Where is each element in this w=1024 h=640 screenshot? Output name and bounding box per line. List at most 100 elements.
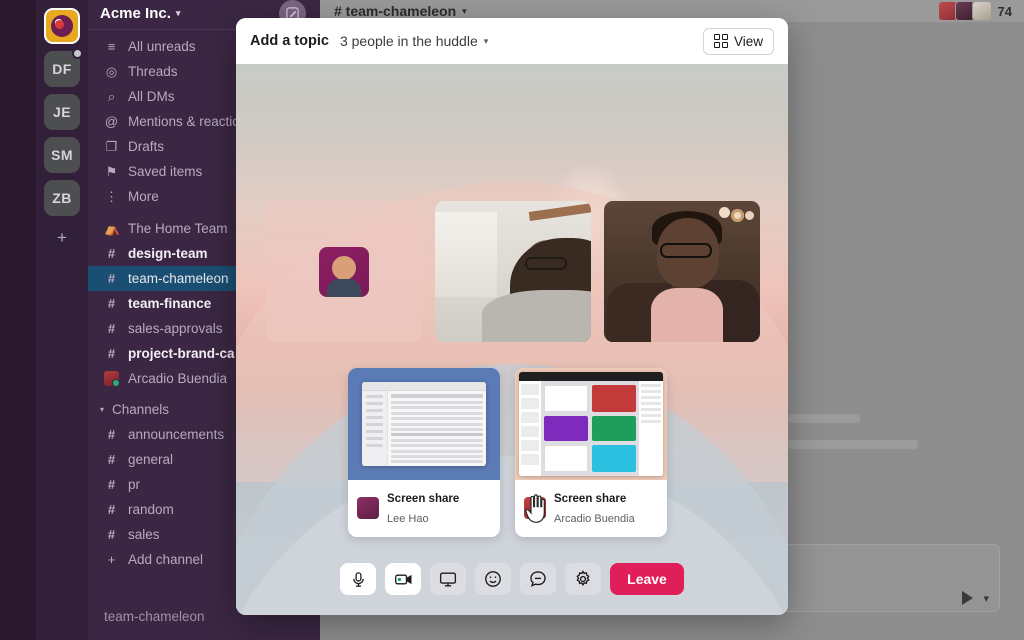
video-background-window <box>435 212 498 297</box>
channel-title: # team-chameleon <box>334 3 457 19</box>
unreads-icon: ≡ <box>107 39 116 54</box>
sidebar-channel-label: sales <box>128 527 160 542</box>
sidebar-dm-label: Arcadio Buendia <box>128 371 228 386</box>
hash-icon: # <box>107 477 116 492</box>
huddle-stage: Screen share Lee Hao Screen share Arcadi… <box>236 64 788 615</box>
channel-members[interactable]: 74 <box>937 1 1012 21</box>
sidebar-channel-label: general <box>128 452 174 467</box>
add-topic-button[interactable]: Add a topic <box>250 33 329 49</box>
member-count: 74 <box>997 3 1012 19</box>
add-channel-label: Add channel <box>128 552 204 567</box>
preview-content <box>388 391 486 466</box>
sidebar-channel-label: announcements <box>128 427 225 442</box>
sidebar-channel-label: team-finance <box>128 296 212 311</box>
screen-share-button[interactable] <box>430 563 467 595</box>
workspace-tile-label: ZB <box>52 190 72 206</box>
chat-button[interactable] <box>520 563 557 595</box>
preview-body <box>362 391 486 466</box>
chevron-down-icon[interactable]: ▾ <box>983 592 989 605</box>
video-person-body <box>481 289 591 342</box>
sidebar-item-label: All DMs <box>128 89 175 104</box>
sidebar-channel-label: pr <box>128 477 141 492</box>
message-placeholder <box>788 440 918 449</box>
send-icon[interactable] <box>962 591 974 605</box>
screen-share-title: Screen share <box>387 493 460 505</box>
chevron-down-icon: ▾ <box>100 405 105 414</box>
workspace-tile-label: DF <box>52 61 72 77</box>
participant-video-tile-2[interactable] <box>604 201 760 342</box>
slack-huddle-screen: DF JE SM ZB + Acme Inc. ▾ ≡ All unreads … <box>0 0 1024 640</box>
sidebar-channel-label: sales-approvals <box>128 321 223 336</box>
huddle-people-dropdown[interactable]: 3 people in the huddle ▾ <box>340 33 488 49</box>
hash-icon: # <box>107 271 116 286</box>
workspace-tile-je[interactable]: JE <box>44 94 80 130</box>
screen-share-title: Screen share <box>554 493 627 505</box>
workspace-tile-df[interactable]: DF <box>44 48 83 87</box>
preview-body <box>519 381 663 476</box>
workspace-tile-sm[interactable]: SM <box>44 137 80 173</box>
screen-share-cards: Screen share Lee Hao Screen share Arcadi… <box>348 368 667 537</box>
view-button-label: View <box>733 33 763 49</box>
video-person-shirt <box>650 288 723 342</box>
drafts-icon: ❐ <box>105 138 118 154</box>
reaction-petal <box>731 209 744 222</box>
workspace-tile-label: JE <box>53 104 71 120</box>
reaction-petal <box>745 211 754 220</box>
home-team-icon: ⛺ <box>104 220 121 236</box>
preview-titlebar <box>519 372 663 381</box>
camera-button[interactable] <box>385 563 422 595</box>
hash-icon: # <box>107 296 116 311</box>
avatar <box>319 246 369 297</box>
hash-icon: # <box>107 321 116 336</box>
participant-tiles <box>266 201 760 342</box>
add-workspace-button[interactable]: + <box>44 223 80 253</box>
workspace-active-acme[interactable] <box>44 8 80 44</box>
mouse-cursor <box>524 494 550 524</box>
hash-icon: # <box>107 502 116 517</box>
participant-video-tile-1[interactable] <box>435 201 591 342</box>
saved-items-icon: ⚑ <box>105 163 118 179</box>
video-background-beam <box>528 201 591 221</box>
preview-window <box>519 372 663 476</box>
preview-sidebar <box>362 391 388 466</box>
leave-button[interactable]: Leave <box>610 563 684 595</box>
mentions-icon: @ <box>104 114 119 129</box>
hash-icon: # <box>107 527 116 542</box>
hash-icon: # <box>107 427 116 442</box>
sidebar-channel-label: design-team <box>128 246 208 261</box>
settings-button[interactable] <box>565 563 602 595</box>
workspace-tile-label: SM <box>51 147 73 163</box>
sidebar-channel-label: team-chameleon <box>128 271 229 286</box>
sidebar-item-label: All unreads <box>128 39 196 54</box>
avatar <box>104 371 120 387</box>
video-feed <box>435 201 591 342</box>
emoji-button[interactable] <box>475 563 512 595</box>
acme-logo-icon <box>51 15 73 37</box>
member-avatars <box>937 1 992 21</box>
huddle-people-label: 3 people in the huddle <box>339 33 478 49</box>
participant-avatar-tile[interactable] <box>266 201 422 342</box>
spreadsheet-preview <box>348 368 500 480</box>
preview-panel <box>639 381 663 476</box>
preview-window <box>362 382 486 466</box>
hash-icon: # <box>107 346 116 361</box>
mic-button[interactable] <box>340 563 377 595</box>
screen-share-owner: Arcadio Buendia <box>554 513 635 525</box>
screen-share-meta: Screen share Lee Hao <box>348 480 500 537</box>
video-person-glasses <box>525 257 568 271</box>
slide-deck-preview <box>515 368 667 480</box>
preview-slides <box>541 381 639 476</box>
view-button[interactable]: View <box>702 27 774 55</box>
grid-view-icon <box>713 34 728 48</box>
threads-icon: ◎ <box>105 63 118 79</box>
workspace-name: Acme Inc. <box>100 4 171 22</box>
sidebar-item-label: Mentions & reactio <box>128 114 240 129</box>
more-icon: ⋮ <box>105 188 118 204</box>
screen-share-card-lee-hao[interactable]: Screen share Lee Hao <box>348 368 500 537</box>
sidebar-item-label: Saved items <box>128 164 203 179</box>
workspace-tile-zb[interactable]: ZB <box>44 180 80 216</box>
message-placeholder <box>788 414 860 423</box>
avatar <box>357 497 379 519</box>
chevron-down-icon: ▾ <box>483 35 489 46</box>
composer-actions: ▾ <box>962 591 989 605</box>
